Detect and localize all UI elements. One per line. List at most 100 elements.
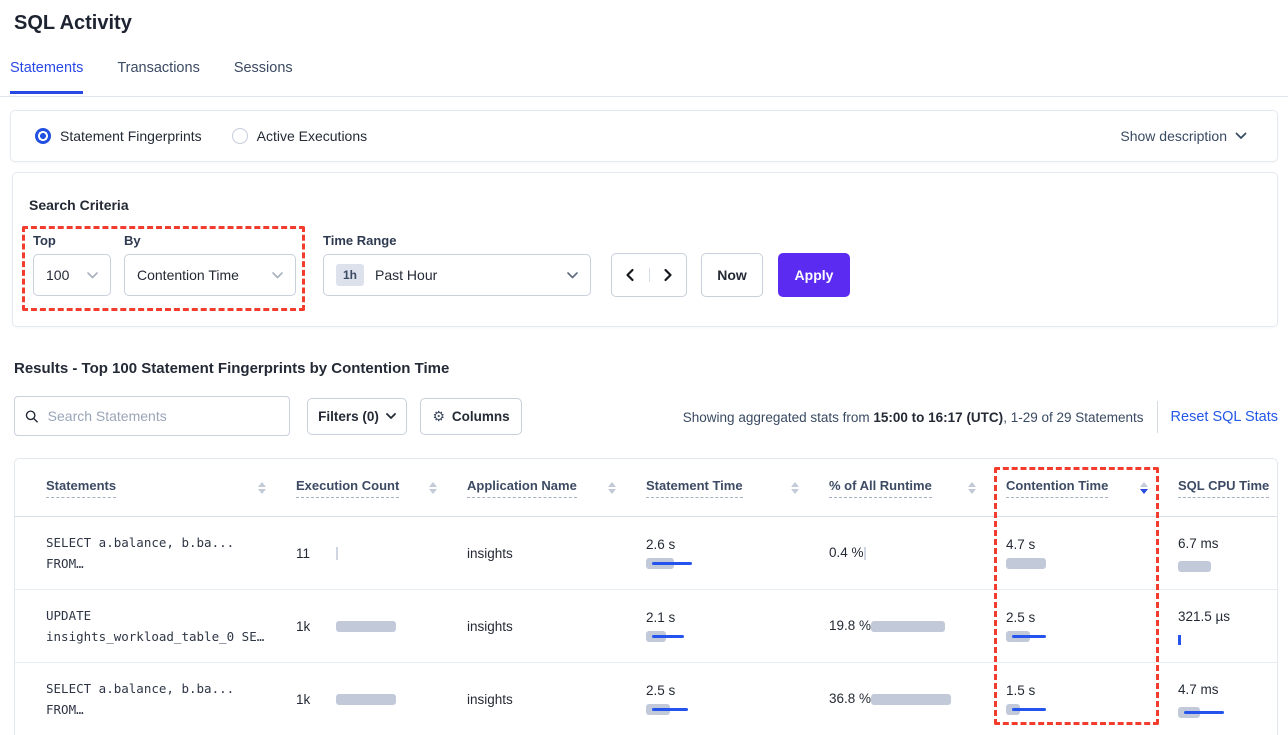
mini-bar	[1178, 706, 1224, 719]
statement-text-line2: FROM…	[46, 699, 296, 720]
radio-selected-icon[interactable]	[35, 128, 51, 144]
radio-label: Statement Fingerprints	[60, 128, 202, 144]
search-statements-input[interactable]	[48, 408, 279, 424]
sort-icon[interactable]	[1140, 482, 1148, 494]
column-header[interactable]: Statements	[46, 478, 296, 498]
search-icon	[25, 409, 39, 424]
columns-button[interactable]: ⚙ Columns	[420, 398, 522, 435]
column-header-label: SQL CPU Time	[1178, 478, 1269, 498]
vertical-divider	[1157, 401, 1158, 433]
sort-icon[interactable]	[608, 482, 616, 494]
search-statements-field[interactable]	[14, 396, 290, 436]
cell-sql-cpu-time: 321.5 µs	[1178, 606, 1269, 646]
tab-statements[interactable]: Statements	[10, 60, 83, 94]
by-select[interactable]: Contention Time	[124, 254, 296, 296]
stats-summary-group: Showing aggregated stats from 15:00 to 1…	[683, 398, 1278, 436]
statement-time-value: 2.6 s	[646, 537, 829, 552]
time-nav-group	[611, 253, 687, 297]
sort-icon[interactable]	[258, 482, 266, 494]
column-header[interactable]: SQL CPU Time	[1178, 478, 1269, 498]
statement-time-value: 2.5 s	[646, 683, 829, 698]
radio-statement-fingerprints[interactable]: Statement Fingerprints	[35, 128, 202, 144]
statement-time-value: 2.1 s	[646, 610, 829, 625]
execution-count-value: 1k	[296, 619, 336, 634]
mini-bar	[336, 693, 396, 706]
cell-contention-time: 1.5 s	[1006, 683, 1178, 716]
table-row[interactable]: SELECT a.balance, b.ba... FROM… 11 insig…	[15, 517, 1277, 590]
time-range-label: Time Range	[323, 233, 396, 248]
tab-transactions[interactable]: Transactions	[117, 60, 199, 94]
chevron-down-icon	[1235, 132, 1247, 140]
mini-bar	[1006, 630, 1046, 643]
cell-statement[interactable]: SELECT a.balance, b.ba... FROM…	[46, 532, 296, 574]
by-label: By	[124, 233, 141, 248]
tab-divider	[0, 96, 1288, 97]
mini-bar	[864, 547, 867, 560]
radio-active-executions[interactable]: Active Executions	[232, 128, 368, 144]
cell-execution-count: 1k	[296, 692, 467, 707]
cell-statement[interactable]: SELECT a.balance, b.ba... FROM…	[46, 678, 296, 720]
column-header-label: Execution Count	[296, 478, 399, 498]
tab-sessions[interactable]: Sessions	[234, 60, 293, 94]
sql-cpu-time-value: 321.5 µs	[1178, 606, 1232, 628]
column-header[interactable]: Execution Count	[296, 478, 467, 498]
time-range-select[interactable]: 1h Past Hour	[323, 254, 591, 296]
mini-bar	[1178, 633, 1186, 646]
table-header-row: Statements Execution Count Application N…	[15, 459, 1277, 517]
table-body: SELECT a.balance, b.ba... FROM… 11 insig…	[15, 517, 1277, 735]
pct-runtime-value: 36.8 %	[829, 688, 871, 710]
sql-cpu-time-value: 4.7 ms	[1178, 679, 1232, 701]
cell-pct-runtime: 36.8 %	[829, 688, 1006, 710]
column-header[interactable]: Contention Time	[1006, 478, 1178, 498]
chevron-down-icon	[386, 413, 396, 420]
radio-unselected-icon[interactable]	[232, 128, 248, 144]
column-header-label: % of All Runtime	[829, 478, 932, 498]
pct-runtime-value: 19.8 %	[829, 615, 871, 637]
column-header[interactable]: Application Name	[467, 478, 646, 498]
filters-button[interactable]: Filters (0)	[307, 398, 407, 435]
cell-statement-time: 2.5 s	[646, 683, 829, 716]
statement-text-line1: SELECT a.balance, b.ba...	[46, 532, 296, 553]
show-description-toggle[interactable]: Show description	[1120, 128, 1247, 144]
by-select-value: Contention Time	[137, 267, 239, 283]
contention-time-value: 2.5 s	[1006, 610, 1178, 625]
cell-execution-count: 1k	[296, 619, 467, 634]
mini-bar	[1178, 560, 1211, 573]
now-button[interactable]: Now	[701, 253, 763, 297]
column-header[interactable]: Statement Time	[646, 478, 829, 498]
statement-text-line1: SELECT a.balance, b.ba...	[46, 678, 296, 699]
sort-icon[interactable]	[968, 482, 976, 494]
cell-application-name: insights	[467, 619, 646, 634]
statement-text-line1: UPDATE	[46, 605, 296, 626]
cell-statement[interactable]: UPDATE insights_workload_table_0 SE…	[46, 605, 296, 647]
statements-table: Statements Execution Count Application N…	[14, 458, 1278, 735]
sort-icon[interactable]	[429, 482, 437, 494]
reset-sql-stats-link[interactable]: Reset SQL Stats	[1171, 409, 1278, 425]
column-header[interactable]: % of All Runtime	[829, 478, 1006, 498]
mini-bar	[1006, 703, 1046, 716]
mini-bar	[336, 547, 339, 560]
cell-contention-time: 4.7 s	[1006, 537, 1178, 570]
prev-time-button[interactable]	[612, 268, 650, 282]
top-select[interactable]: 100	[33, 254, 111, 296]
top-label: Top	[33, 233, 56, 248]
next-time-button[interactable]	[650, 268, 687, 282]
chevron-down-icon	[87, 272, 98, 279]
mini-bar	[871, 693, 951, 706]
filters-label: Filters (0)	[318, 409, 379, 424]
contention-time-value: 1.5 s	[1006, 683, 1178, 698]
cell-sql-cpu-time: 4.7 ms	[1178, 679, 1269, 719]
execution-count-value: 1k	[296, 692, 336, 707]
cell-statement-time: 2.1 s	[646, 610, 829, 643]
mini-bar	[336, 620, 396, 633]
results-heading: Results - Top 100 Statement Fingerprints…	[14, 360, 449, 377]
sort-icon[interactable]	[791, 482, 799, 494]
table-row[interactable]: UPDATE insights_workload_table_0 SE… 1k …	[15, 590, 1277, 663]
radio-label: Active Executions	[257, 128, 368, 144]
table-row[interactable]: SELECT a.balance, b.ba... FROM… 1k insig…	[15, 663, 1277, 735]
pct-runtime-value: 0.4 %	[829, 542, 864, 564]
columns-label: Columns	[452, 409, 510, 424]
execution-count-value: 11	[296, 546, 336, 561]
mini-bar	[871, 620, 945, 633]
apply-button[interactable]: Apply	[778, 253, 850, 297]
